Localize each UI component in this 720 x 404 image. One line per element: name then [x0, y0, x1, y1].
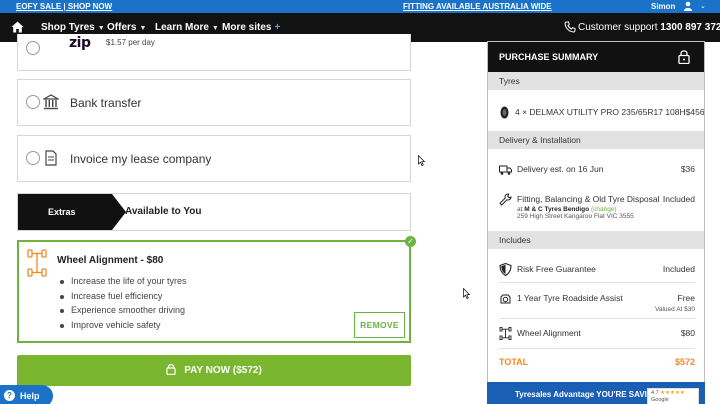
fitting-store: at M & C Tyres Bendigo (change) — [517, 206, 617, 213]
fitting-label: Fitting, Balancing & Old Tyre Disposal — [517, 194, 660, 204]
zip-price-text: $1.57 per day — [106, 38, 155, 47]
wheel-alignment-icon — [499, 327, 512, 340]
lock-icon — [166, 363, 176, 375]
help-label: Help — [20, 391, 40, 401]
summary-total-row: TOTAL $572 — [499, 357, 695, 367]
list-item: Experience smoother driving — [59, 303, 187, 318]
user-name[interactable]: Simon — [651, 0, 675, 13]
extras-tabs: Extras Available to You — [17, 193, 411, 231]
divider — [499, 348, 695, 349]
fitting-address: 259 High Street Kangaroo Flat VIC 3555 — [517, 213, 634, 220]
padlock-icon — [678, 50, 690, 64]
tab-available-to-you[interactable]: Available to You — [125, 206, 202, 217]
change-store-link[interactable]: (change) — [591, 206, 617, 213]
store-name: M & C Tyres Bendigo — [524, 206, 590, 213]
bank-transfer-label: Bank transfer — [70, 96, 142, 110]
chevron-down-icon[interactable]: ⌄ — [700, 0, 706, 13]
guarantee-value: Included — [662, 264, 695, 274]
radio-lease[interactable] — [26, 151, 40, 165]
star-rating-icon: ★★★★★ — [660, 390, 685, 396]
wheel-alignment-card[interactable]: ✓ Wheel Alignment - $80 Increase the lif… — [17, 236, 416, 343]
section-includes: Includes — [488, 231, 704, 249]
tyre-item-label: 4 × DELMAX UTILITY PRO 235/65R17 108H$45… — [515, 107, 705, 117]
nav-shop-tyres[interactable]: Shop Tyres ▼ — [41, 22, 105, 33]
roadside-valued-at: Valued At $30 — [655, 306, 695, 313]
delivery-value: $36 — [680, 164, 695, 174]
roadside-label: 1 Year Tyre Roadside Assist — [517, 293, 623, 303]
document-icon — [45, 150, 57, 166]
payment-option-bank-transfer[interactable]: Bank transfer — [17, 79, 411, 126]
chevron-down-icon: ▼ — [211, 25, 219, 32]
divider — [499, 282, 695, 283]
nav-offers[interactable]: Offers ▼ — [107, 22, 146, 33]
list-item: Increase the life of your tyres — [59, 274, 187, 289]
alignment-title: Wheel Alignment - $80 — [57, 255, 164, 266]
mouse-pointer-icon — [418, 155, 425, 166]
guarantee-label: Risk Free Guarantee — [517, 264, 596, 274]
nav-more-sites[interactable]: More sites + — [222, 22, 280, 33]
lease-company-label: Invoice my lease company — [70, 152, 212, 166]
total-value: $572 — [674, 357, 695, 367]
fitting-available-link[interactable]: FITTING AVAILABLE AUSTRALIA WIDE — [403, 0, 552, 13]
announcement-bar: EOFY SALE | SHOP NOW FITTING AVAILABLE A… — [0, 0, 720, 13]
wheel-alignment-icon — [27, 249, 47, 277]
alignment-value: $80 — [680, 328, 695, 338]
alignment-label: Wheel Alignment — [517, 328, 581, 338]
check-icon: ✓ — [405, 236, 416, 247]
zip-logo: zip — [69, 35, 91, 51]
phone-icon — [564, 21, 576, 33]
section-delivery-installation: Delivery & Installation — [488, 131, 704, 149]
shield-icon — [499, 263, 512, 276]
purchase-summary-title: PURCHASE SUMMARY — [499, 52, 599, 62]
chevron-down-icon: ▼ — [139, 25, 147, 32]
section-tyres: Tyres — [488, 72, 704, 90]
user-icon[interactable] — [683, 1, 693, 11]
plus-icon: + — [274, 22, 281, 33]
remove-button[interactable]: REMOVE — [354, 312, 405, 338]
mouse-pointer-icon — [463, 288, 470, 299]
radio-bank-transfer[interactable] — [26, 95, 40, 109]
nav-learn-more[interactable]: Learn More ▼ — [155, 22, 219, 33]
radio-zip[interactable] — [26, 41, 40, 55]
payment-option-zip[interactable]: zip $1.57 per day — [17, 34, 411, 71]
chevron-down-icon: ▼ — [97, 25, 105, 32]
home-icon[interactable] — [11, 21, 24, 33]
purchase-summary-header: PURCHASE SUMMARY — [488, 42, 704, 72]
bank-icon — [43, 94, 59, 110]
roadside-value: Free — [677, 293, 695, 303]
tyre-icon — [500, 106, 509, 119]
question-icon: ? — [4, 390, 15, 401]
google-rating-badge[interactable]: 4.7 ★★★★★ Google — [647, 388, 699, 404]
truck-icon — [499, 165, 512, 175]
fitting-value: Included — [662, 194, 695, 204]
pay-now-button[interactable]: PAY NOW ($572) — [17, 355, 411, 386]
alignment-benefits-list: Increase the life of your tyres Increase… — [59, 274, 187, 332]
eofy-sale-link[interactable]: EOFY SALE | SHOP NOW — [16, 0, 112, 13]
total-label: TOTAL — [499, 357, 529, 367]
list-item: Improve vehicle safety — [59, 318, 187, 333]
purchase-summary-panel: PURCHASE SUMMARY Tyres 4 × DELMAX UTILIT… — [487, 41, 705, 387]
list-item: Increase fuel efficiency — [59, 289, 187, 304]
pay-now-label: PAY NOW ($572) — [184, 365, 262, 376]
payment-option-lease[interactable]: Invoice my lease company — [17, 135, 411, 182]
help-button[interactable]: ? Help — [0, 385, 53, 404]
tab-extras[interactable]: Extras — [18, 194, 112, 230]
customer-support[interactable]: Customer support 1300 897 372 — [578, 22, 720, 33]
tab-arrow — [112, 194, 126, 230]
roadside-assist-icon — [500, 294, 511, 304]
wrench-icon — [499, 193, 512, 206]
delivery-label: Delivery est. on 16 Jun — [517, 164, 604, 174]
divider — [499, 318, 695, 319]
